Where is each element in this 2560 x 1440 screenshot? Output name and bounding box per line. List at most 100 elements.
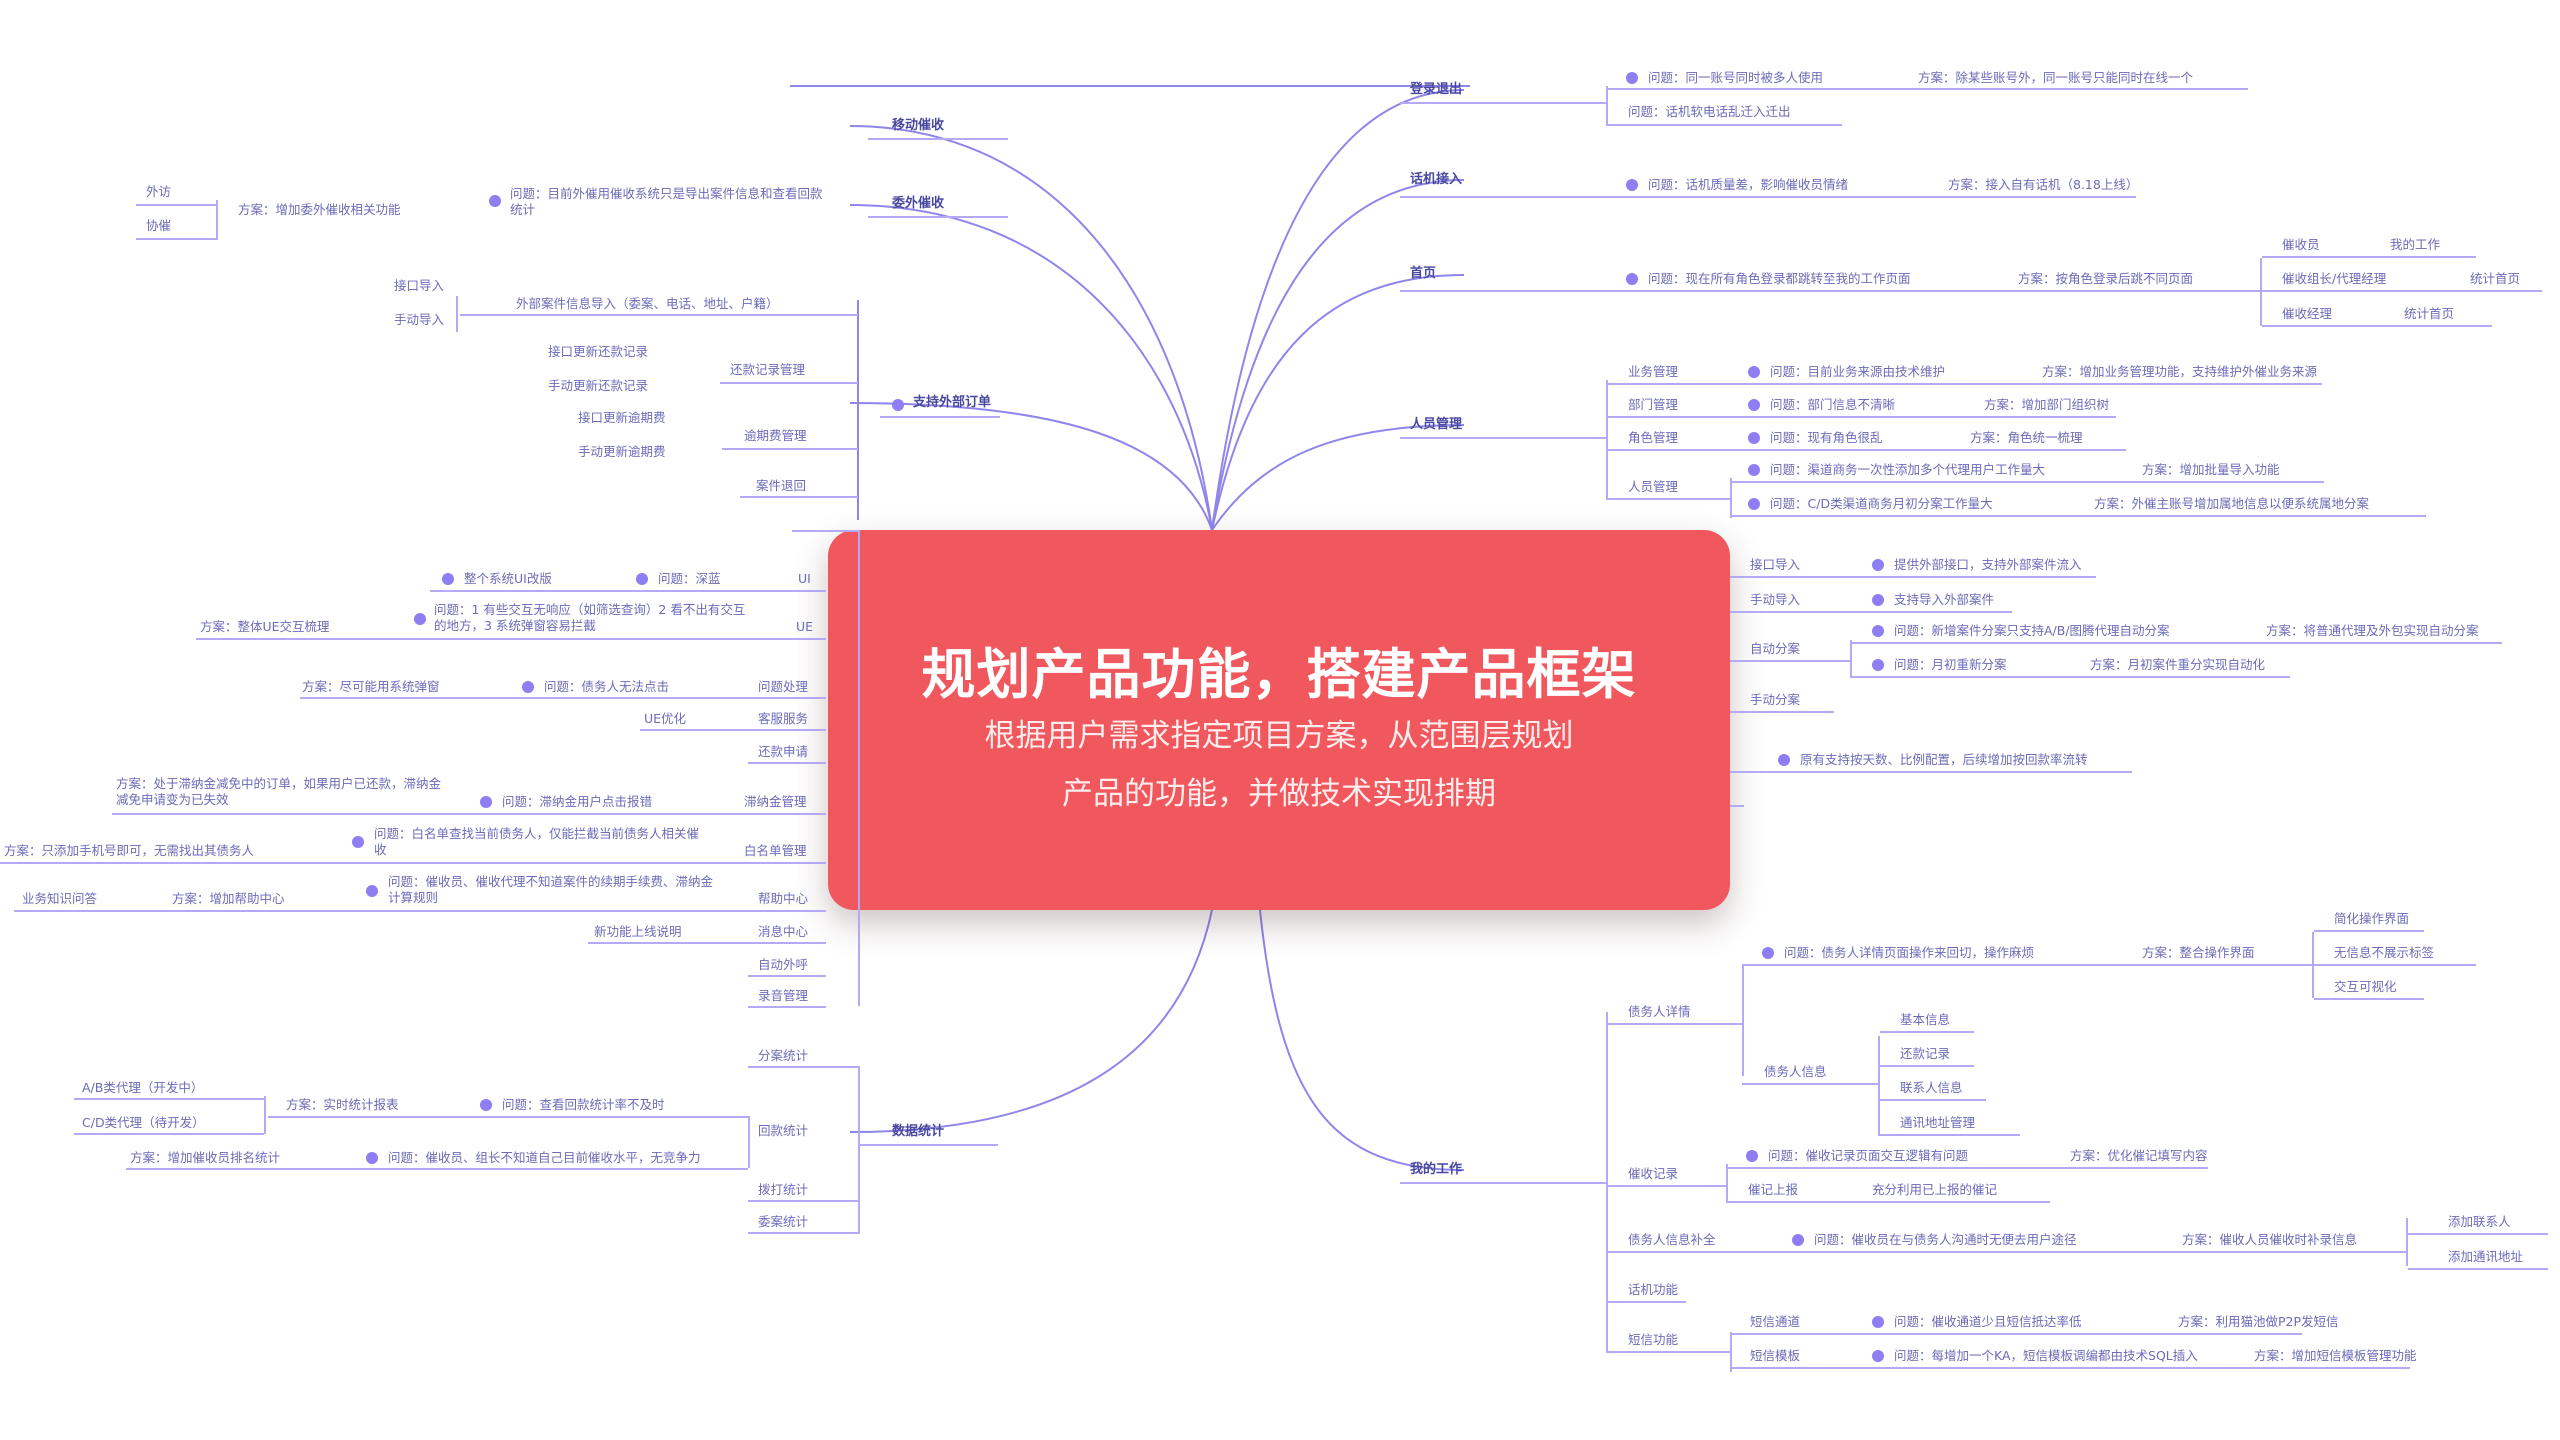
node-sms-channel-problem[interactable]: 问题：催收通道少且短信抵达率低 [1894, 1314, 2082, 1330]
node-people-problem2[interactable]: 问题：C/D类渠道商务月初分案工作量大 [1770, 496, 1993, 512]
node-customer-service[interactable]: 客服服务 [758, 711, 808, 727]
node-cd-agents[interactable]: C/D类代理（待开发） [82, 1115, 205, 1131]
node-auto-solution1[interactable]: 方案：将普通代理及外包实现自动分案 [2266, 623, 2479, 639]
central-topic-card[interactable]: 规划产品功能，搭建产品框架 根据用户需求指定项目方案，从范围层规划 产品的功能，… [828, 530, 1730, 910]
node-role-manager-page[interactable]: 统计首页 [2404, 306, 2454, 322]
node-auto-call[interactable]: 自动外呼 [758, 957, 808, 973]
node-home[interactable]: 首页 [1410, 266, 1436, 282]
node-api-import-desc[interactable]: 提供外部接口，支持外部案件流入 [1894, 557, 2082, 573]
node-biz-solution[interactable]: 方案：增加业务管理功能，支持维护外催业务来源 [2042, 364, 2317, 380]
node-supplement-solution[interactable]: 方案：催收人员催收时补录信息 [2182, 1232, 2357, 1248]
node-phone-access[interactable]: 话机接入 [1410, 172, 1462, 188]
node-overdue-mgmt[interactable]: 逾期费管理 [744, 428, 807, 444]
node-message-center[interactable]: 消息中心 [758, 924, 808, 940]
node-ui-problem[interactable]: 问题：深蓝 [658, 571, 721, 587]
node-realtime-report[interactable]: 方案：实时统计报表 [286, 1097, 399, 1113]
node-manual-import-r[interactable]: 手动导入 [1750, 592, 1800, 608]
node-people-mgmt[interactable]: 人员管理 [1628, 479, 1678, 495]
node-knowledge-qa[interactable]: 业务知识问答 [22, 891, 97, 907]
node-dept-mgmt[interactable]: 部门管理 [1628, 397, 1678, 413]
node-auto-assign[interactable]: 自动分案 [1750, 641, 1800, 657]
node-ue-solution[interactable]: 方案：整体UE交互梳理 [200, 619, 330, 635]
node-role-manager[interactable]: 催收经理 [2282, 306, 2332, 322]
node-sms-template[interactable]: 短信模板 [1750, 1348, 1800, 1364]
node-mobile-collection[interactable]: 移动催收 [892, 118, 944, 134]
node-repay-apply[interactable]: 还款申请 [758, 744, 808, 760]
node-whitelist[interactable]: 白名单管理 [744, 843, 807, 859]
node-outsource-problem[interactable]: 问题：目前外催用催收系统只是导出案件信息和查看回款统计 [510, 186, 830, 218]
node-address-mgmt[interactable]: 通讯地址管理 [1900, 1115, 1975, 1131]
node-login-problem2[interactable]: 问题：话机软电话乱迁入迁出 [1628, 104, 1791, 120]
node-role-problem[interactable]: 问题：现有角色很乱 [1770, 430, 1883, 446]
node-fee-solution[interactable]: 方案：处于滞纳金减免中的订单，如果用户已还款，滞纳金减免申请变为已失效 [116, 776, 446, 808]
node-visit[interactable]: 外访 [146, 184, 171, 200]
node-role-collector[interactable]: 催收员 [2282, 237, 2320, 253]
node-dpd-note[interactable]: 原有支持按天数、比例配置，后续增加按回款率流转 [1800, 752, 2088, 768]
node-refund-problem[interactable]: 问题：查看回款统计率不及时 [502, 1097, 665, 1113]
node-rank-problem[interactable]: 问题：催收员、组长不知道自己目前催收水平，无竞争力 [388, 1150, 701, 1166]
node-add-address[interactable]: 添加通讯地址 [2448, 1249, 2523, 1265]
node-assist[interactable]: 协催 [146, 218, 171, 234]
node-staff-mgmt[interactable]: 人员管理 [1410, 417, 1462, 433]
node-role-collector-page[interactable]: 我的工作 [2390, 237, 2440, 253]
node-outsource-collection[interactable]: 委外催收 [892, 196, 944, 212]
node-manual-import[interactable]: 手动导入 [394, 312, 444, 328]
node-white-problem[interactable]: 问题：白名单查找当前债务人，仅能拦截当前债务人相关催收 [374, 826, 704, 858]
node-api-import[interactable]: 接口导入 [394, 278, 444, 294]
node-role-solution[interactable]: 方案：角色统一梳理 [1970, 430, 2083, 446]
node-dispute-solution[interactable]: 方案：尽可能用系统弹窗 [302, 679, 440, 695]
node-home-problem[interactable]: 问题：现在所有角色登录都跳转至我的工作页面 [1648, 271, 1911, 287]
node-api-repay[interactable]: 接口更新还款记录 [548, 344, 648, 360]
node-ue-optimize[interactable]: UE优化 [644, 711, 686, 727]
node-sms-channel-solution[interactable]: 方案：利用猫池做P2P发短信 [2178, 1314, 2339, 1330]
node-ue-problem[interactable]: 问题：1 有些交互无响应（如筛选查询）2 看不出有交互的地方，3 系统弹窗容易拦… [434, 602, 754, 634]
node-auto-solution2[interactable]: 方案：月初案件重分实现自动化 [2090, 657, 2265, 673]
node-people-solution2[interactable]: 方案：外催主账号增加属地信息以便系统属地分案 [2094, 496, 2369, 512]
node-case-return[interactable]: 案件退回 [756, 478, 806, 494]
node-collect-record[interactable]: 催收记录 [1628, 1166, 1678, 1182]
node-simplify-ui[interactable]: 简化操作界面 [2334, 911, 2409, 927]
node-manual-assign[interactable]: 手动分案 [1750, 692, 1800, 708]
node-info-supplement[interactable]: 债务人信息补全 [1628, 1232, 1716, 1248]
node-fee-mgmt[interactable]: 滞纳金管理 [744, 794, 807, 810]
node-add-contact[interactable]: 添加联系人 [2448, 1214, 2511, 1230]
node-biz-mgmt[interactable]: 业务管理 [1628, 364, 1678, 380]
node-phone-solution[interactable]: 方案：接入自有话机（8.18上线） [1948, 177, 2138, 193]
node-repay-record[interactable]: 还款记录 [1900, 1046, 1950, 1062]
node-rank-solution[interactable]: 方案：增加催收员排名统计 [130, 1150, 280, 1166]
node-refund-stats[interactable]: 回款统计 [758, 1123, 808, 1139]
node-fee-problem[interactable]: 问题：滞纳金用户点击报错 [502, 794, 652, 810]
node-external-order[interactable]: 支持外部订单 [913, 395, 991, 411]
node-sms-function[interactable]: 短信功能 [1628, 1332, 1678, 1348]
node-auto-problem1[interactable]: 问题：新增案件分案只支持A/B/图腾代理自动分案 [1894, 623, 2170, 639]
node-recording[interactable]: 录音管理 [758, 988, 808, 1004]
node-api-overdue[interactable]: 接口更新逾期费 [578, 410, 666, 426]
node-manual-repay[interactable]: 手动更新还款记录 [548, 378, 648, 394]
node-sms-template-solution[interactable]: 方案：增加短信模板管理功能 [2254, 1348, 2417, 1364]
node-role-leader-page[interactable]: 统计首页 [2470, 271, 2520, 287]
node-home-solution[interactable]: 方案：按角色登录后跳不同页面 [2018, 271, 2193, 287]
node-repay-mgmt[interactable]: 还款记录管理 [730, 362, 805, 378]
node-help-problem[interactable]: 问题：催收员、催收代理不知道案件的续期手续费、滞纳金计算规则 [388, 874, 718, 906]
node-ab-agents[interactable]: A/B类代理（开发中） [82, 1080, 203, 1096]
node-dept-solution[interactable]: 方案：增加部门组织树 [1984, 397, 2109, 413]
node-report-upload-desc[interactable]: 充分利用已上报的催记 [1872, 1182, 1997, 1198]
node-debtor-info[interactable]: 债务人信息 [1764, 1064, 1827, 1080]
node-sms-channel[interactable]: 短信通道 [1750, 1314, 1800, 1330]
node-supplement-problem[interactable]: 问题：催收员在与债务人沟通时无便去用户途径 [1814, 1232, 2077, 1248]
node-ui[interactable]: UI [798, 571, 811, 587]
node-ue[interactable]: UE [796, 619, 813, 635]
node-hide-empty-labels[interactable]: 无信息不展示标签 [2334, 945, 2434, 961]
node-visual-interaction[interactable]: 交互可视化 [2334, 979, 2397, 995]
node-phone-function[interactable]: 话机功能 [1628, 1282, 1678, 1298]
node-commission-stats[interactable]: 委案统计 [758, 1214, 808, 1230]
node-manual-overdue[interactable]: 手动更新逾期费 [578, 444, 666, 460]
node-login-problem1[interactable]: 问题：同一账号同时被多人使用 [1648, 70, 1823, 86]
node-login-solution1[interactable]: 方案：除某些账号外，同一账号只能同时在线一个 [1918, 70, 2193, 86]
node-auto-problem2[interactable]: 问题：月初重新分案 [1894, 657, 2007, 673]
node-call-stats[interactable]: 拨打统计 [758, 1182, 808, 1198]
node-data-stats[interactable]: 数据统计 [892, 1124, 944, 1140]
node-report-upload[interactable]: 催记上报 [1748, 1182, 1798, 1198]
node-dispute-problem[interactable]: 问题：债务人无法点击 [544, 679, 669, 695]
node-role-leader[interactable]: 催收组长/代理经理 [2282, 271, 2386, 287]
